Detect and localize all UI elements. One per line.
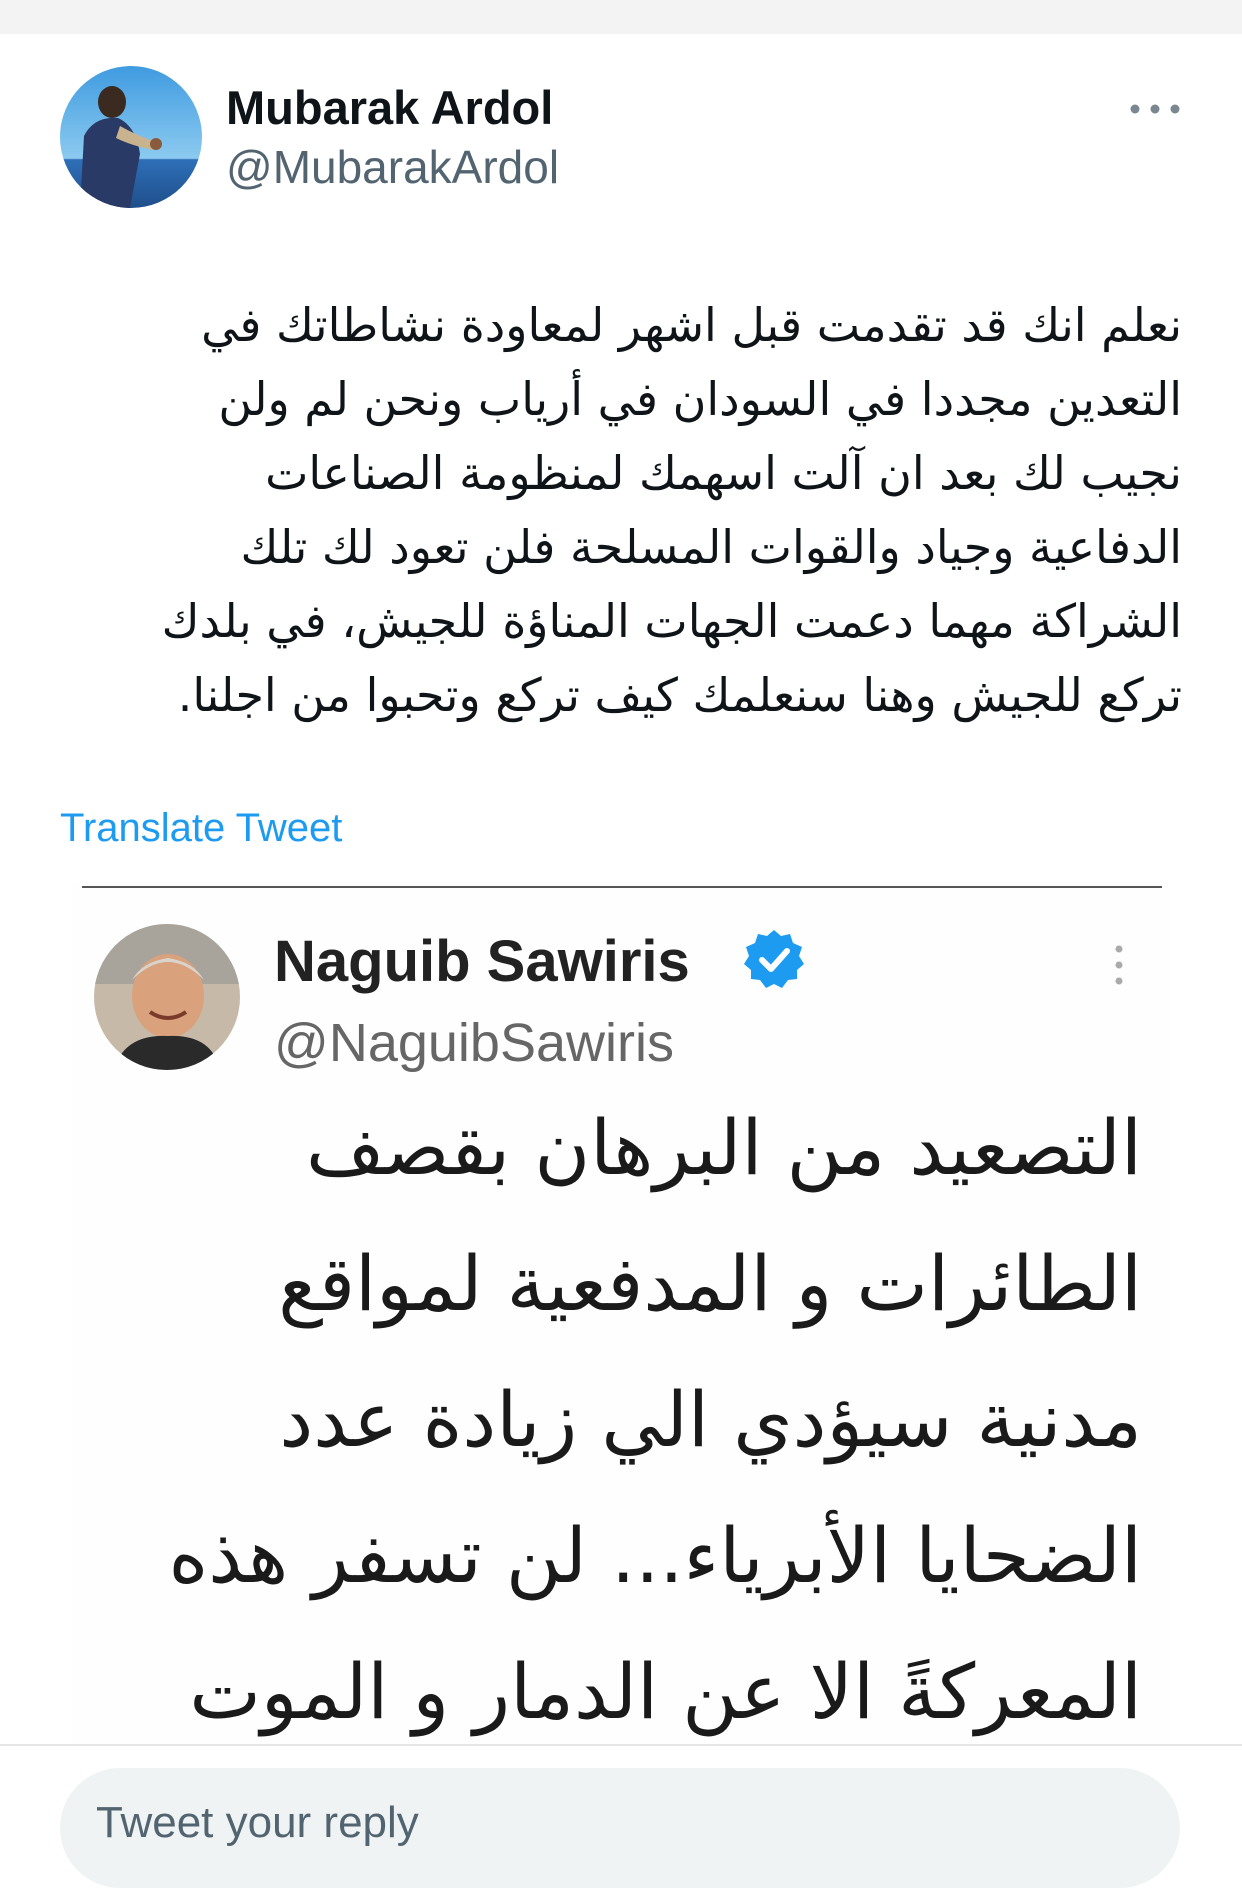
embedded-handle: @NaguibSawiris: [274, 1013, 674, 1073]
tweet-text-line: الشراكة مهما دعمت الجهات المناؤة للجيش، …: [161, 594, 1182, 648]
tweet-text-line: نجيب لك بعد ان آلت اسهمك لمنظومة الصناعا…: [265, 446, 1182, 500]
attached-image[interactable]: Naguib Sawiris @NaguibSawiris التصعيد من…: [72, 884, 1170, 1746]
verified-badge-icon: [740, 926, 808, 994]
tweet-text: نعلم انك قد تقدمت قبل اشهر لمعاودة نشاطا…: [70, 288, 1182, 732]
embedded-text: التصعيد من البرهان بقصف الطائرات و المدف…: [102, 1080, 1142, 1746]
translate-tweet-link[interactable]: Translate Tweet: [60, 806, 342, 851]
tweet-text-line: تركع للجيش وهنا سنعلمك كيف تركع وتحبوا م…: [177, 668, 1182, 722]
embedded-display-name: Naguib Sawiris: [274, 929, 690, 994]
tweet-text-line: الدفاعية وجياد والقوات المسلحة فلن تعود …: [240, 520, 1182, 574]
embedded-text-line: التصعيد من البرهان بقصف: [306, 1103, 1142, 1192]
reply-placeholder: Tweet your reply: [96, 1798, 419, 1847]
embedded-text-line: الطائرات و المدفعية لمواقع: [278, 1239, 1142, 1328]
author-display-name[interactable]: Mubarak Ardol: [226, 80, 553, 135]
author-avatar[interactable]: [60, 66, 202, 208]
embedded-text-line: الضحايا الأبرياء... لن تسفر هذه: [168, 1511, 1142, 1600]
divider: [0, 1744, 1242, 1746]
image-edge: [82, 886, 1162, 888]
embedded-text-line: مدنية سيؤدي الي زيادة عدد: [279, 1375, 1142, 1464]
tweet-text-line: نعلم انك قد تقدمت قبل اشهر لمعاودة نشاطا…: [201, 298, 1182, 352]
embedded-text-line: المعركةً الا عن الدمار و الموت ...: [189, 1647, 1142, 1736]
author-handle[interactable]: @MubarakArdol: [226, 140, 559, 194]
top-strip: [0, 0, 1242, 34]
more-options-icon[interactable]: [1125, 92, 1185, 126]
embedded-more-icon: [1112, 942, 1126, 988]
embedded-avatar: [94, 924, 240, 1070]
tweet-text-line: التعدين مجددا في السودان في أرياب ونحن ل…: [218, 372, 1182, 426]
reply-input[interactable]: Tweet your reply: [60, 1768, 1180, 1888]
